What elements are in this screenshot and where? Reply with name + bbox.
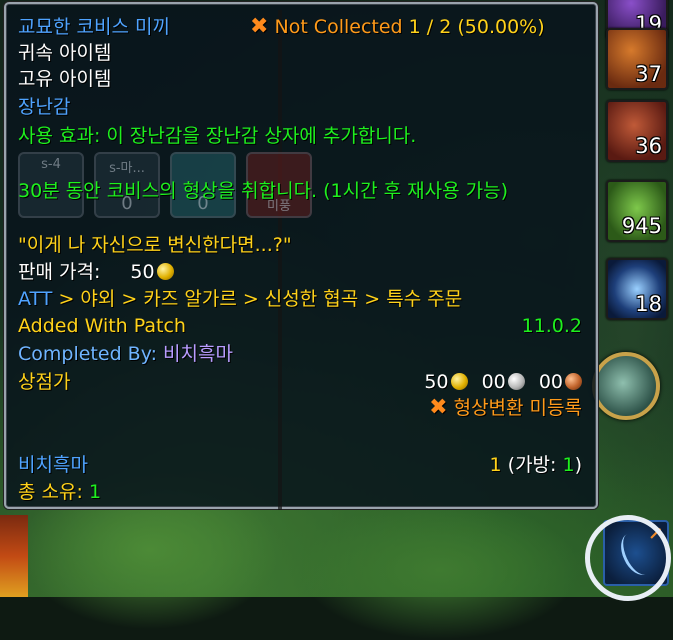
- gold-coin-icon: [450, 373, 468, 390]
- vendor-price: 50 00 00: [424, 371, 582, 393]
- item-type: 장난감: [18, 96, 71, 118]
- copper-coin-icon: [565, 373, 582, 390]
- character-name: 비치흑마: [18, 454, 88, 476]
- patch-value: 11.0.2: [521, 315, 582, 337]
- action-slot-3[interactable]: 36: [606, 100, 668, 162]
- total-owned: 총 소유: 1: [18, 481, 101, 503]
- gold-amount: 50: [424, 371, 449, 393]
- sell-price-value: 50: [130, 261, 155, 283]
- copper-amount: 00: [538, 371, 563, 393]
- item-name: 교묘한 코비스 미끼: [18, 16, 170, 38]
- bag-label-close: ): [574, 454, 582, 476]
- gold-coin-icon: [156, 263, 174, 280]
- source-path-rest: > 야외 > 카즈 알가르 > 신성한 협곡 > 특수 주문: [52, 288, 463, 310]
- completed-by: Completed By: 비치흑마: [18, 343, 233, 365]
- effect-description: 30분 동안 코비스의 형상을 취합니다. (1시간 후 재사용 가능): [18, 180, 509, 202]
- collection-status-label: Not Collected: [274, 16, 403, 38]
- collection-status: ✖ Not Collected 1 / 2 (50.00%): [250, 14, 545, 39]
- item-stack-count: 37: [635, 62, 662, 86]
- item-tooltip: s-4 s-마... 0 0 미풍 교묘한 코비스 미끼 ✖ Not Colle…: [4, 2, 598, 510]
- bag-label: (가방:: [501, 454, 563, 476]
- collection-count: 1 / 2 (50.00%): [408, 16, 545, 38]
- highlight-ring: [585, 515, 671, 601]
- action-slot-2[interactable]: 37: [606, 28, 668, 90]
- character-item-count: 1: [489, 454, 502, 476]
- bag-count: 1: [562, 454, 575, 476]
- binding-text: 귀속 아이템: [18, 42, 112, 64]
- item-stack-count: 18: [635, 292, 662, 316]
- patch-label: Added With Patch: [18, 315, 186, 337]
- total-owned-label: 총 소유:: [18, 481, 83, 503]
- silver-amount: 00: [481, 371, 506, 393]
- source-path-prefix: ATT: [18, 288, 53, 310]
- action-slot-5[interactable]: 18: [606, 258, 668, 320]
- total-owned-value: 1: [88, 481, 102, 503]
- transmog-status-label: 형상변환 미등록: [453, 397, 582, 419]
- background-divider: [278, 10, 282, 510]
- source-path: ATT > 야외 > 카즈 알가르 > 신성한 협곡 > 특수 주문: [18, 288, 462, 310]
- flavor-text: "이게 나 자신으로 변신한다면...?": [18, 234, 292, 256]
- completed-by-name: 비치흑마: [163, 343, 233, 365]
- slot-label: s-4: [41, 157, 61, 172]
- action-slot-4[interactable]: 945: [606, 180, 668, 242]
- x-icon: ✖: [429, 395, 448, 420]
- sell-price: 판매 가격: 50: [18, 261, 174, 283]
- use-effect: 사용 효과: 이 장난감을 장난감 상자에 추가합니다.: [18, 125, 417, 147]
- item-stack-count: 36: [635, 134, 662, 158]
- character-count: 1 (가방: 1): [490, 454, 582, 476]
- character-portrait-icon[interactable]: [0, 515, 28, 597]
- completed-by-label: Completed By:: [18, 343, 157, 365]
- x-icon: ✖: [250, 14, 269, 39]
- slot-label: s-마...: [109, 161, 145, 176]
- transmog-status: ✖ 형상변환 미등록: [429, 395, 582, 420]
- uniqueness-text: 고유 아이템: [18, 68, 112, 90]
- vendor-label: 상점가: [18, 371, 71, 393]
- minimap-button[interactable]: [592, 352, 660, 420]
- item-stack-count: 945: [621, 214, 662, 238]
- foliage: [300, 500, 580, 640]
- silver-coin-icon: [507, 373, 525, 390]
- sell-price-label: 판매 가격:: [18, 261, 101, 283]
